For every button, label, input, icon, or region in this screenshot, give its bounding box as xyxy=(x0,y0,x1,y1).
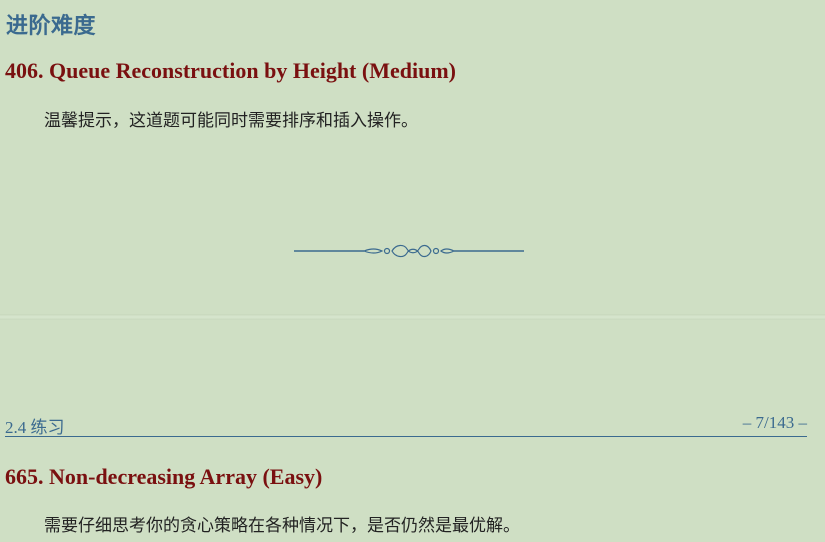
footer-section-label: 2.4 练习 xyxy=(5,418,65,437)
problem-hint-665: 需要仔细思考你的贪心策略在各种情况下，是否仍然是最优解。 xyxy=(44,516,520,536)
problem-title-665: 665. Non-decreasing Array (Easy) xyxy=(5,464,323,489)
problem-hint-406: 温馨提示，这道题可能同时需要排序和插入操作。 xyxy=(44,111,418,131)
page-upper: 进阶难度 406. Queue Reconstruction by Height… xyxy=(0,0,825,316)
problem-title-406: 406. Queue Reconstruction by Height (Med… xyxy=(5,58,456,83)
footer-rule xyxy=(5,436,807,437)
footer-page-number: – 7/143 – xyxy=(742,413,807,432)
section-title: 进阶难度 xyxy=(6,14,97,39)
ornament-divider-icon xyxy=(294,244,524,258)
page-lower xyxy=(0,320,825,542)
